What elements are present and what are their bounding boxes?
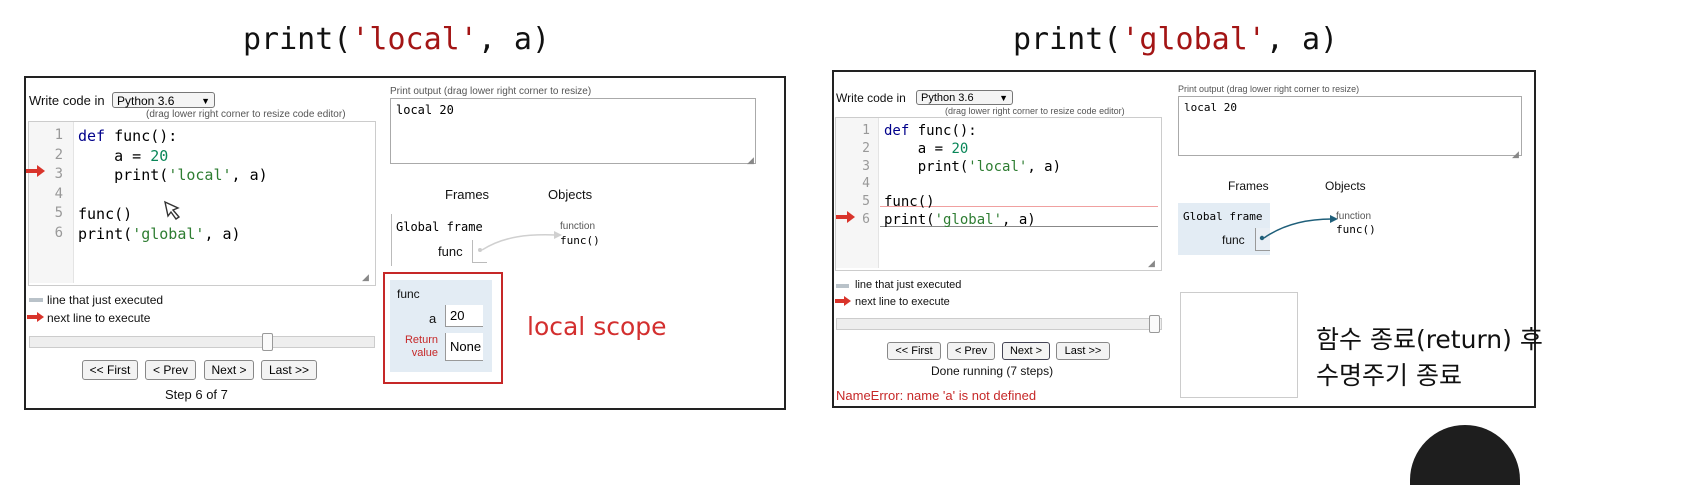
- line-number: 5: [54, 205, 63, 221]
- code-text: print('global', a): [884, 212, 1036, 228]
- line-number: 6: [54, 224, 63, 241]
- first-button-right[interactable]: << First: [887, 342, 941, 360]
- prev-button-right[interactable]: < Prev: [947, 342, 995, 360]
- local-var-a: a: [429, 311, 437, 326]
- empty-frame-area: [1180, 292, 1298, 398]
- write-code-label-right: Write code in: [836, 91, 906, 105]
- objects-header-right: Objects: [1325, 179, 1366, 193]
- step-counter: Step 6 of 7: [165, 387, 228, 402]
- prev-button[interactable]: < Prev: [145, 360, 196, 380]
- func-object-name-right: func(): [1336, 223, 1376, 236]
- resize-handle-icon[interactable]: ◢: [1148, 258, 1155, 269]
- status-text: Done running (7 steps): [931, 364, 1054, 378]
- line-number: 2: [862, 140, 870, 156]
- error-message: NameError: name 'a' is not defined: [836, 388, 1037, 403]
- cursor-icon: [164, 200, 181, 220]
- print-output-label: Print output (drag lower right corner to…: [390, 86, 592, 97]
- line-number: 2: [54, 146, 63, 163]
- code-text: a = 20: [884, 140, 969, 157]
- local-frame-title: func: [397, 287, 420, 301]
- return-value-label: Return value: [404, 334, 438, 359]
- line-number: 5: [862, 194, 870, 210]
- next-line-legend-arrow-icon: [835, 296, 851, 306]
- func-object-type-right: function: [1336, 211, 1372, 222]
- language-select[interactable]: Python 3.6 ▼: [112, 92, 215, 108]
- write-code-label: Write code in: [29, 93, 105, 108]
- code-text: print('local', a): [78, 166, 268, 184]
- frames-header-right: Frames: [1228, 179, 1269, 193]
- legend-executed-right: line that just executed: [855, 279, 962, 291]
- line-number: 1: [862, 123, 870, 138]
- code-text: print('local', a): [884, 158, 1062, 175]
- code-text: print('global', a): [78, 224, 241, 243]
- line-number: 3: [862, 158, 870, 174]
- chevron-down-icon: ▼: [201, 96, 210, 106]
- first-button[interactable]: << First: [82, 360, 138, 380]
- global-frame-border: [391, 214, 392, 266]
- code-text: func(): [884, 194, 935, 211]
- line-number: 1: [54, 127, 63, 143]
- line-number: 4: [54, 185, 63, 202]
- drag-hint-right: (drag lower right corner to resize code …: [945, 106, 1125, 116]
- executed-line-arrow-icon: [836, 284, 849, 288]
- right-heading: print('global', a): [1013, 22, 1339, 57]
- output-resize-handle-icon[interactable]: ◢: [747, 155, 754, 166]
- print-output-label-right: Print output (drag lower right corner to…: [1178, 84, 1360, 94]
- legend-next-right: next line to execute: [855, 296, 950, 308]
- global-var-func-right: func: [1222, 233, 1245, 247]
- drag-hint: (drag lower right corner to resize code …: [146, 109, 346, 120]
- legend-next: next line to execute: [47, 311, 151, 325]
- local-val-a: 20: [445, 305, 483, 327]
- language-select-right[interactable]: Python 3.6 ▼: [916, 90, 1013, 105]
- code-text: func(): [78, 205, 133, 223]
- next-button-right[interactable]: Next >: [1002, 342, 1050, 360]
- last-button[interactable]: Last >>: [261, 360, 317, 380]
- slider-thumb-right[interactable]: [1149, 315, 1160, 333]
- objects-header: Objects: [548, 187, 593, 202]
- code-text: def func():: [78, 127, 178, 145]
- output-resize-handle-icon[interactable]: ◢: [1512, 149, 1519, 160]
- legend-executed: line that just executed: [47, 293, 164, 307]
- frames-header: Frames: [445, 187, 490, 202]
- func-object-type: function: [560, 221, 596, 232]
- slider-thumb[interactable]: [261, 333, 273, 351]
- print-output-box: local 20: [390, 98, 756, 164]
- return-value: None: [445, 333, 483, 361]
- line-number: 3: [54, 166, 63, 182]
- executed-line-arrow-icon: [29, 298, 43, 302]
- step-slider[interactable]: [29, 336, 375, 348]
- next-line-legend-arrow-icon: [27, 312, 44, 322]
- next-line-arrow-icon: [836, 211, 855, 223]
- global-frame-title-right: Global frame: [1183, 210, 1263, 223]
- next-line-arrow-icon: [26, 165, 45, 177]
- pointer-arrow-icon: [478, 231, 562, 252]
- lifecycle-annotation-line2: 수명주기 종료: [1316, 361, 1462, 390]
- pointer-arrow-icon: [1259, 215, 1338, 241]
- global-frame-title: Global frame: [396, 220, 483, 234]
- left-heading: print('local', a): [243, 22, 551, 57]
- code-text: def func():: [884, 123, 977, 139]
- chevron-down-icon: ▼: [999, 93, 1008, 103]
- local-scope-annotation: local scope: [527, 312, 667, 341]
- print-output-box-right: local 20: [1178, 96, 1522, 156]
- next-button[interactable]: Next >: [204, 360, 254, 380]
- resize-handle-icon[interactable]: ◢: [362, 272, 369, 283]
- global-var-func: func: [438, 244, 463, 259]
- func-object-name: func(): [560, 234, 600, 247]
- line-number: 4: [862, 176, 870, 192]
- last-button-right[interactable]: Last >>: [1056, 342, 1110, 360]
- presenter-head: [1410, 425, 1520, 485]
- step-slider-right[interactable]: [836, 318, 1162, 330]
- lifecycle-annotation-line1: 함수 종료(return) 후: [1316, 325, 1543, 354]
- code-text: a = 20: [78, 146, 169, 165]
